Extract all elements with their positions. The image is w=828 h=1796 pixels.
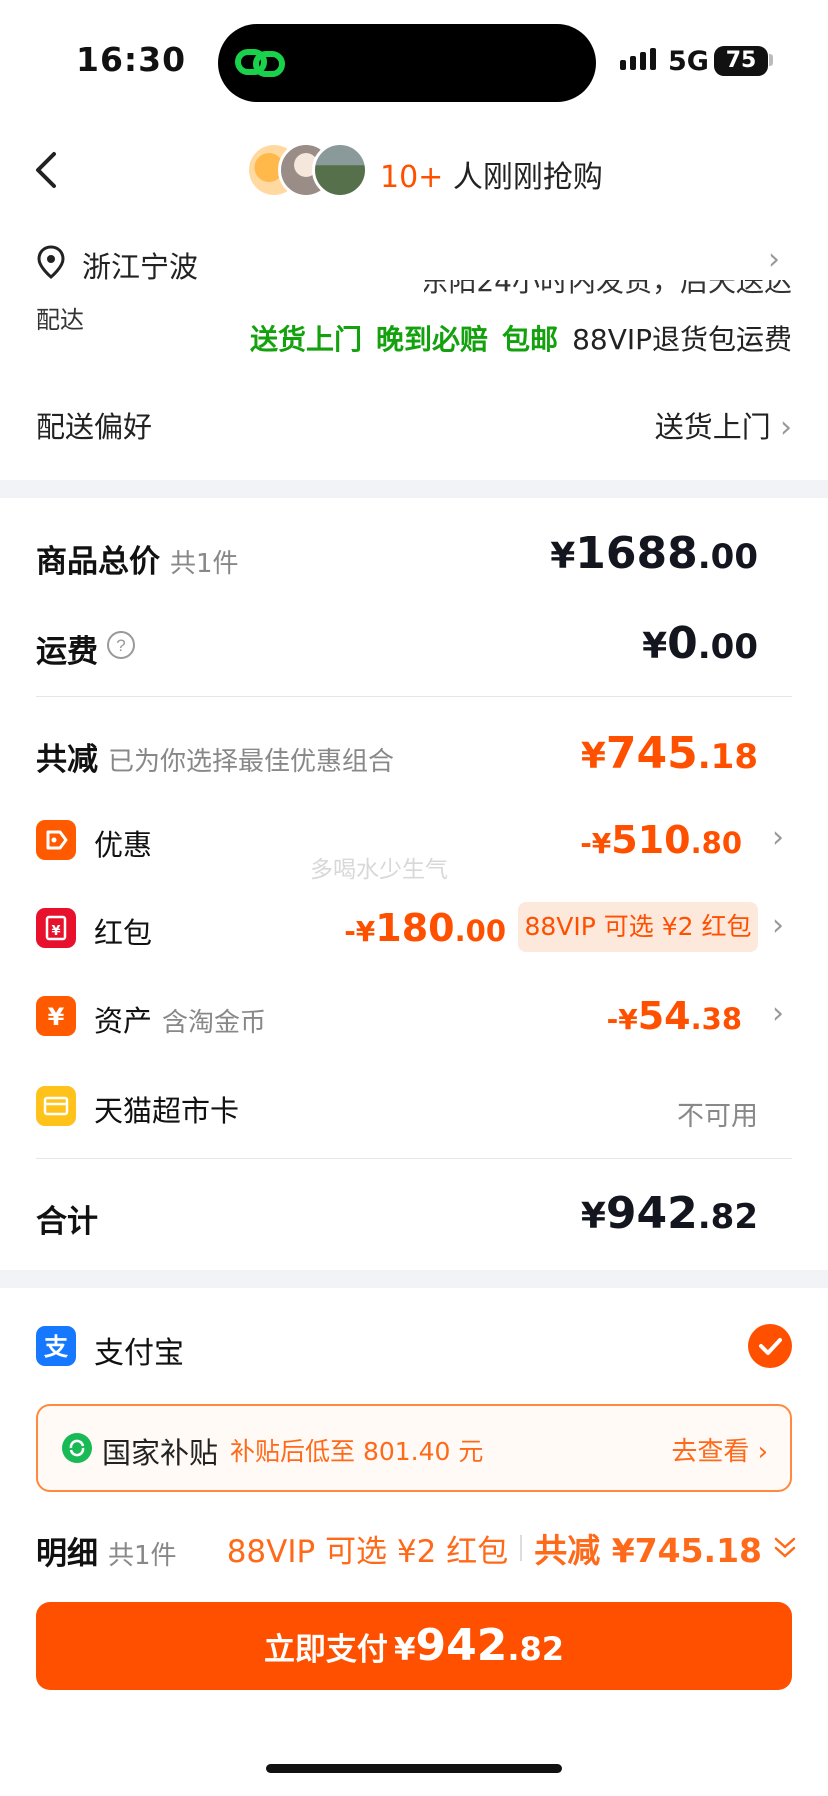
coupon-icon xyxy=(36,820,76,860)
assets-icon: ¥ xyxy=(36,996,76,1036)
pay-now-button[interactable]: 立即支付 ¥942.82 xyxy=(36,1602,792,1690)
red-packet-label: 红包 xyxy=(94,916,153,950)
subsidy-link[interactable]: 去查看 › xyxy=(671,1431,768,1468)
supermarket-card-status: 不可用 xyxy=(677,1101,758,1132)
delivery-pref-label: 配送偏好 xyxy=(36,410,153,444)
link-app-icon xyxy=(235,49,285,77)
address-text[interactable]: 浙江宁波 xyxy=(82,244,198,286)
double-chevron-down-icon[interactable] xyxy=(772,1533,798,1563)
detail-vip-text: 88VIP 可选 ¥2 红包 xyxy=(226,1533,509,1570)
alipay-label[interactable]: 支付宝 xyxy=(94,1328,184,1372)
check-icon[interactable] xyxy=(748,1324,792,1368)
detail-label[interactable]: 明细 共1件 xyxy=(36,1528,177,1573)
svg-text:¥: ¥ xyxy=(48,1003,65,1031)
detail-summary[interactable]: 88VIP 可选 ¥2 红包 共减 ¥745.18 xyxy=(227,1524,798,1572)
buyer-text: 人刚刚抢购 xyxy=(443,160,603,195)
assets-chevron-icon[interactable]: › xyxy=(772,996,784,1031)
location-pin-icon xyxy=(37,245,65,279)
chevron-right-icon: › xyxy=(780,410,792,445)
alipay-icon: 支 xyxy=(36,1326,76,1366)
total-label: 合计 xyxy=(36,1204,98,1240)
back-icon[interactable] xyxy=(30,148,64,192)
subsidy-title: 国家补贴 xyxy=(102,1436,219,1470)
home-indicator[interactable] xyxy=(266,1764,562,1773)
supermarket-card-label: 天猫超市卡 xyxy=(94,1094,240,1128)
battery-tip xyxy=(769,54,773,66)
section-divider xyxy=(0,480,828,498)
tag-vip-return: 88VIP退货包运费 xyxy=(572,323,792,356)
coupon-amount[interactable]: -¥510.80 xyxy=(580,818,742,862)
delivery-time-text: 东阳24小时内发货，后天送达 xyxy=(424,280,792,298)
subsidy-desc: 补贴后低至 801.40 元 xyxy=(230,1437,484,1466)
red-packet-icon: ¥ xyxy=(36,908,76,948)
goods-total-price: ¥1688.00 xyxy=(550,528,758,579)
total-price: ¥942.82 xyxy=(580,1188,758,1239)
goods-total-label: 商品总价 共1件 xyxy=(36,544,239,580)
network-label: 5G xyxy=(668,46,709,77)
chevron-right-icon: › xyxy=(757,1437,768,1467)
shipping-price: ¥0.00 xyxy=(642,618,758,669)
red-packet-amount[interactable]: -¥180.00 xyxy=(344,906,506,950)
supermarket-card-icon xyxy=(36,1086,76,1126)
coupon-label: 优惠 xyxy=(94,828,153,862)
divider xyxy=(36,1158,792,1159)
svg-text:支: 支 xyxy=(44,1333,69,1361)
assets-label: 资产 含淘金币 xyxy=(94,1004,267,1038)
discount-total: ¥745.18 xyxy=(580,728,758,779)
tag-free-shipping: 包邮 xyxy=(502,323,559,356)
buyer-notice: 10+ 人刚刚抢购 xyxy=(380,152,603,196)
svg-text:¥: ¥ xyxy=(51,924,60,939)
detail-save-text: 共减 ¥745.18 xyxy=(534,1531,762,1570)
avatar xyxy=(312,142,368,198)
watermark: 多喝水少生气 xyxy=(310,857,448,883)
buyer-count: 10+ xyxy=(380,160,444,195)
vip-red-packet-chip[interactable]: 88VIP 可选 ¥2 红包 xyxy=(518,902,758,952)
help-icon[interactable]: ? xyxy=(106,630,136,660)
red-packet-chevron-icon[interactable]: › xyxy=(772,908,784,943)
tag-door-delivery: 送货上门 xyxy=(250,323,363,356)
svg-text:?: ? xyxy=(116,636,125,655)
address-chevron-icon[interactable]: › xyxy=(768,242,780,277)
status-time: 16:30 xyxy=(76,40,187,79)
delivery-label: 配达 xyxy=(36,306,84,334)
buyer-avatars xyxy=(246,142,372,198)
coupon-chevron-icon[interactable]: › xyxy=(772,820,784,855)
subsidy-icon xyxy=(62,1433,92,1463)
separator xyxy=(520,1535,523,1561)
assets-amount[interactable]: -¥54.38 xyxy=(607,994,742,1038)
discount-label: 共减 已为你选择最佳优惠组合 xyxy=(36,742,395,778)
shipping-label: 运费 xyxy=(36,634,98,670)
section-divider xyxy=(0,1270,828,1288)
signal-icon xyxy=(620,48,656,70)
delivery-tags: 送货上门 晚到必赔 包邮 88VIP退货包运费 xyxy=(250,318,792,358)
tag-late-compensation: 晚到必赔 xyxy=(376,323,489,356)
divider xyxy=(36,696,792,697)
battery-icon: 75 xyxy=(714,46,768,76)
delivery-pref-selector[interactable]: 送货上门 › xyxy=(655,404,792,446)
